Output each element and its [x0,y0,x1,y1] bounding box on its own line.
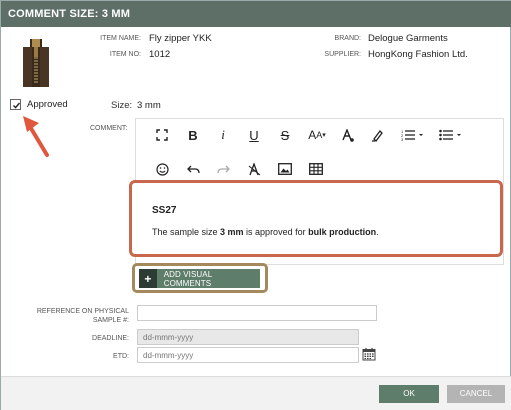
table-icon[interactable] [305,158,327,180]
item-image [15,37,57,89]
checkmark-icon [13,102,21,109]
ok-button[interactable]: OK [379,385,439,403]
emoji-icon[interactable] [151,158,173,180]
reference-label: REFERENCE ON PHYSICAL SAMPLE #: [36,308,129,324]
underline-icon[interactable]: U [243,124,265,146]
bold-icon[interactable]: B [182,124,204,146]
brand-label: BRAND: [334,35,361,42]
comment-heading: SS27 [152,205,177,216]
supplier-label: SUPPLIER: [324,51,361,58]
item-no-label: ITEM NO: [109,51,141,58]
comment-content-area[interactable]: SS27 The sample size 3 mm is approved fo… [129,180,503,257]
etd-input[interactable] [137,347,359,363]
size-value: 3 mm [137,100,161,111]
item-no-value: 1012 [149,49,171,60]
font-size-icon[interactable]: A A ▾ [302,124,332,146]
annotation-arrow-icon [23,116,49,157]
brand-value: Delogue Garments [368,33,448,44]
add-visual-comments-button[interactable]: + ADD VISUAL COMMENTS [139,269,260,288]
calendar-icon[interactable] [362,347,376,361]
comment-dialog: COMMENT SIZE: 3 MM ITEM NAME: Fly zipper… [0,0,511,410]
item-name-value: Fly zipper YKK [149,33,212,44]
highlight-icon[interactable] [366,124,388,146]
approved-control[interactable]: Approved [10,99,68,110]
strikethrough-icon[interactable]: S [274,124,296,146]
cancel-button[interactable]: CANCEL [447,385,505,403]
comment-body: The sample size 3 mm is approved for bul… [152,227,379,237]
dialog-title: COMMENT SIZE: 3 MM [1,1,511,27]
italic-icon[interactable]: i [212,124,234,146]
reference-input[interactable] [137,305,377,321]
image-icon[interactable] [274,158,296,180]
plus-icon: + [139,269,157,288]
clear-format-icon[interactable] [243,158,265,180]
comment-label: COMMENT: [90,125,128,132]
approved-checkbox[interactable] [10,99,21,110]
deadline-input[interactable] [137,329,359,345]
undo-icon[interactable] [182,158,204,180]
redo-icon[interactable] [212,158,234,180]
approved-label: Approved [27,99,68,110]
add-visual-highlight: + ADD VISUAL COMMENTS [132,263,268,293]
etd-label: ETD: [113,353,129,360]
text-color-icon[interactable] [336,124,358,146]
item-name-label: ITEM NAME: [100,35,141,42]
fullscreen-icon[interactable] [151,124,173,146]
svg-text:3: 3 [401,137,404,141]
size-label: Size: [111,100,133,111]
supplier-value: HongKong Fashion Ltd. [368,49,468,60]
unordered-list-icon[interactable] [436,124,466,146]
ordered-list-icon[interactable]: 123 [398,124,428,146]
deadline-label: DEADLINE: [92,335,129,342]
